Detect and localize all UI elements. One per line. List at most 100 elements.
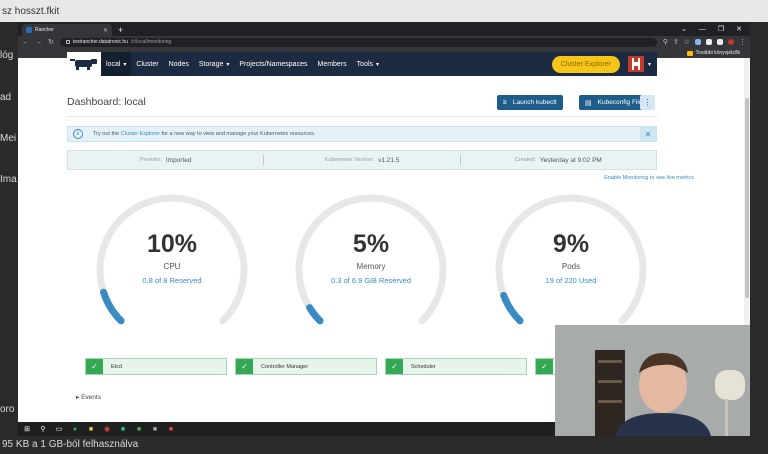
- etcd-status: ✓ Etcd: [85, 358, 227, 375]
- cluster-switcher[interactable]: local ▾: [101, 52, 132, 76]
- search-icon[interactable]: ⚲: [38, 424, 48, 434]
- info-banner: i Try out the Cluster Explorer for a new…: [67, 126, 657, 142]
- reload-icon[interactable]: ↻: [48, 38, 54, 46]
- close-icon[interactable]: ✕: [640, 127, 656, 141]
- cpu-percent: 10%: [146, 230, 198, 258]
- banner-prefix: Try out the: [93, 131, 120, 137]
- launch-kubectl-button[interactable]: ≥ Launch kubectl: [497, 95, 563, 110]
- new-tab-icon[interactable]: +: [118, 24, 123, 36]
- windows-start-icon[interactable]: ⊞: [22, 424, 32, 434]
- tab-search-icon[interactable]: ⌄: [681, 25, 687, 33]
- rancher-favicon-icon: [26, 27, 32, 33]
- events-label: Events: [81, 394, 101, 401]
- fact-label: Provider:: [139, 157, 162, 163]
- chevron-down-icon: ▾: [123, 61, 127, 68]
- share-icon[interactable]: ⇪: [673, 38, 679, 46]
- rancher-header: local ▾ Cluster Nodes Storage ▾ Projects/…: [67, 52, 657, 76]
- background-text: lóg: [0, 50, 14, 61]
- nav-label: Storage: [198, 60, 224, 68]
- created-fact: Created: Yesterday at 9:02 PM: [461, 157, 656, 164]
- cluster-explorer-button[interactable]: Cluster Explorer: [551, 55, 620, 73]
- back-icon[interactable]: ←: [22, 39, 29, 46]
- chevron-down-icon: ▾: [226, 61, 230, 68]
- chevron-down-icon[interactable]: ▾: [648, 61, 651, 68]
- background-storage-text: 95 KB a 1 GB-ból felhasználva: [2, 439, 139, 450]
- banner-suffix: for a new way to view and manage your Ku…: [161, 131, 316, 137]
- chevron-down-icon: ▾: [376, 61, 380, 68]
- nodes-status: ✓: [535, 358, 557, 375]
- background-window-strip: [0, 0, 768, 22]
- url-field[interactable]: testrancher.datatronic.hu/c/local/monito…: [59, 37, 657, 47]
- file-icon: ▤: [585, 99, 592, 107]
- rancher-logo[interactable]: [67, 52, 101, 76]
- browser-tab[interactable]: Rancher ✕: [22, 24, 112, 36]
- background-text: Ima: [0, 174, 17, 185]
- enable-monitoring-link[interactable]: Enable Monitoring to see live metrics: [604, 175, 694, 181]
- nav-members[interactable]: Members: [312, 52, 351, 76]
- zoom-icon[interactable]: ⚲: [663, 38, 668, 46]
- minimize-icon[interactable]: —: [699, 26, 706, 33]
- background-text: Mei: [0, 133, 17, 144]
- main-nav: local ▾ Cluster Nodes Storage ▾ Projects/…: [101, 52, 384, 76]
- task-view-icon[interactable]: ▭: [54, 424, 64, 434]
- gauge-fill: [500, 291, 524, 325]
- memory-label: Memory: [356, 262, 386, 271]
- cluster-name: local: [106, 60, 121, 68]
- recorder-icon[interactable]: ■: [166, 424, 176, 434]
- controller-manager-status: ✓ Controller Manager: [235, 358, 377, 375]
- launch-kubectl-label: Launch kubectl: [512, 99, 557, 106]
- nav-tools[interactable]: Tools ▾: [352, 52, 384, 76]
- nav-storage[interactable]: Storage ▾: [194, 52, 235, 76]
- close-window-icon[interactable]: ✕: [736, 25, 742, 33]
- spotify-icon[interactable]: ●: [70, 424, 80, 434]
- webcam-person-image: [555, 325, 750, 436]
- events-section-toggle[interactable]: ▸ Events: [76, 393, 101, 401]
- extension-icon[interactable]: [695, 39, 701, 45]
- bookmark-star-icon[interactable]: ☆: [684, 38, 690, 46]
- kubeconfig-button[interactable]: ▤ Kubeconfig File: [579, 95, 649, 110]
- check-icon: ✓: [236, 359, 253, 374]
- fact-label: Created:: [514, 157, 536, 163]
- close-tab-icon[interactable]: ✕: [103, 27, 108, 34]
- tab-title: Rancher: [35, 27, 54, 33]
- check-icon: ✓: [86, 359, 103, 374]
- browser-menu-icon[interactable]: ⋮: [739, 38, 746, 46]
- profile-avatar-icon[interactable]: [728, 39, 734, 45]
- file-explorer-icon[interactable]: ■: [86, 424, 96, 434]
- divider: [67, 116, 657, 117]
- lock-icon: [65, 40, 70, 44]
- notepad-icon[interactable]: ■: [134, 424, 144, 434]
- more-actions-button[interactable]: ⋮: [640, 95, 655, 110]
- rancher-cow-icon: [70, 59, 97, 70]
- gauge-track: [96, 194, 248, 325]
- check-icon: ✓: [386, 359, 403, 374]
- component-label: Etcd: [111, 363, 123, 370]
- nav-nodes[interactable]: Nodes: [164, 52, 194, 76]
- extension-icons: ⚲ ⇪ ☆ ⋮: [663, 38, 746, 46]
- cpu-gauge: 10% CPU 0.8 of 8 Reserved: [92, 190, 252, 340]
- chrome-icon[interactable]: ◉: [102, 424, 112, 434]
- banner-text: Try out the Cluster Explorer for a new w…: [93, 131, 315, 137]
- nav-label: Cluster: [136, 60, 159, 68]
- scrollbar-thumb[interactable]: [745, 98, 749, 298]
- cluster-facts: Provider: Imported Kubernetes Version: v…: [67, 150, 657, 170]
- app-icon[interactable]: ■: [118, 424, 128, 434]
- other-bookmarks-link[interactable]: További könyvjelzők: [696, 50, 740, 56]
- scheduler-status: ✓ Scheduler: [385, 358, 527, 375]
- pods-label: Pods: [561, 262, 581, 271]
- nav-cluster[interactable]: Cluster: [131, 52, 163, 76]
- nav-projects-namespaces[interactable]: Projects/Namespaces: [234, 52, 312, 76]
- windows-taskbar: ⊞ ⚲ ▭ ● ■ ◉ ■ ■ ■ ■: [18, 422, 558, 436]
- user-avatar[interactable]: [627, 56, 644, 72]
- maximize-icon[interactable]: ❐: [718, 25, 724, 33]
- puzzle-icon[interactable]: [706, 39, 712, 45]
- terminal-app-icon[interactable]: ■: [150, 424, 160, 434]
- fact-label: Kubernetes Version:: [324, 157, 375, 163]
- memory-gauge: 5% Memory 0.3 of 6.9 GiB Reserved: [291, 190, 451, 340]
- sidepanel-icon[interactable]: [717, 39, 723, 45]
- gauge-fill: [100, 288, 125, 325]
- cluster-explorer-link[interactable]: Cluster Explorer: [121, 131, 160, 137]
- nav-label: Nodes: [168, 60, 189, 68]
- forward-icon[interactable]: →: [35, 39, 42, 46]
- fact-value: Yesterday at 9:02 PM: [539, 156, 602, 164]
